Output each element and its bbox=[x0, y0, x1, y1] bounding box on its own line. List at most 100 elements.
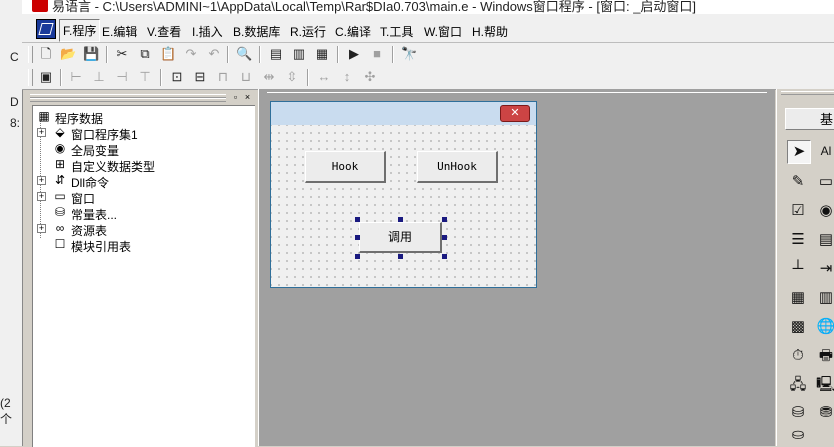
toolbar-separator bbox=[106, 46, 108, 63]
same-height-icon[interactable]: ⊔ bbox=[238, 69, 254, 85]
panel-close-icon[interactable]: × bbox=[243, 93, 252, 102]
db2-tool-icon[interactable]: ⛃ bbox=[815, 402, 834, 424]
menu-view[interactable]: V.查看 bbox=[147, 23, 181, 40]
palette-grip[interactable] bbox=[781, 91, 834, 95]
layout-1-icon[interactable]: ▤ bbox=[268, 46, 284, 62]
network-tool-icon[interactable]: 🖧 bbox=[787, 374, 809, 396]
globe-tool-icon[interactable]: 🌐 bbox=[815, 316, 834, 338]
tree-node-dll[interactable]: + ⇵ Dll命令 bbox=[37, 173, 237, 190]
paste-icon[interactable]: 📋 bbox=[160, 46, 176, 62]
size-h-icon[interactable]: ↔ bbox=[316, 69, 332, 85]
copy-icon[interactable]: ⧉ bbox=[137, 46, 153, 62]
form-icon[interactable]: ▣ bbox=[38, 69, 54, 85]
tree-node-module[interactable]: + ⬙ 窗口程序集1 bbox=[37, 125, 237, 142]
hook-button[interactable]: Hook bbox=[305, 151, 386, 183]
new-file-icon[interactable]: 🗋 bbox=[38, 46, 54, 62]
design-form-window[interactable]: ✕ Hook UnHook 调用 bbox=[270, 101, 537, 288]
db-tool-icon[interactable]: ⛁ bbox=[787, 402, 809, 424]
tree-node-data-types[interactable]: ⊞ 自定义数据类型 bbox=[37, 157, 237, 174]
panel-pin-icon[interactable]: ▫ bbox=[231, 93, 240, 102]
save-icon[interactable]: 💾 bbox=[83, 46, 99, 62]
listbox-tool-icon[interactable]: ☰ bbox=[787, 229, 809, 251]
center-h-icon[interactable]: ⊡ bbox=[169, 69, 185, 85]
expand-icon[interactable]: + bbox=[37, 192, 46, 201]
ruler-tool-icon[interactable]: ┴ bbox=[787, 258, 809, 280]
same-width-icon[interactable]: ⊓ bbox=[215, 69, 231, 85]
space-h-icon[interactable]: ⇹ bbox=[261, 69, 277, 85]
scroll-tool-icon[interactable]: ⇥ bbox=[815, 258, 834, 280]
space-v-icon[interactable]: ⇳ bbox=[284, 69, 300, 85]
undo-icon[interactable]: ↶ bbox=[206, 46, 222, 62]
menu-program[interactable]: F.程序 bbox=[59, 19, 101, 42]
menu-tools[interactable]: T.工具 bbox=[380, 23, 413, 40]
resize-handle[interactable] bbox=[442, 235, 447, 240]
radio-tool-icon[interactable]: ◉ bbox=[815, 200, 834, 222]
grid-icon[interactable]: ✣ bbox=[362, 69, 378, 85]
expand-icon[interactable]: + bbox=[37, 176, 46, 185]
resize-handle[interactable] bbox=[355, 254, 360, 259]
size-v-icon[interactable]: ↕ bbox=[339, 69, 355, 85]
resize-handle[interactable] bbox=[355, 235, 360, 240]
align-top-icon[interactable]: ⊤ bbox=[137, 69, 153, 85]
panel-header[interactable]: ▫ × bbox=[30, 92, 252, 102]
resize-handle[interactable] bbox=[398, 217, 403, 222]
combo-tool-icon[interactable]: ▤ bbox=[815, 229, 834, 251]
tree-node-program-data[interactable]: ▦ 程序数据 bbox=[37, 109, 237, 126]
grid-tool-icon[interactable]: ▦ bbox=[787, 287, 809, 309]
resize-handle[interactable] bbox=[442, 254, 447, 259]
form-client-area[interactable]: Hook UnHook 调用 bbox=[271, 125, 536, 287]
run-icon[interactable]: ▶ bbox=[346, 46, 362, 62]
resize-handle[interactable] bbox=[355, 217, 360, 222]
form-caption-bar[interactable]: ✕ bbox=[271, 102, 536, 125]
menu-edit[interactable]: E.编辑 bbox=[102, 23, 137, 40]
unhook-button[interactable]: UnHook bbox=[417, 151, 498, 183]
db3-tool-icon[interactable]: ⛀ bbox=[787, 424, 809, 446]
menu-run[interactable]: R.运行 bbox=[290, 23, 326, 40]
align-left-icon[interactable]: ⊢ bbox=[68, 69, 84, 85]
timer-tool-icon[interactable]: ⏱ bbox=[787, 345, 809, 367]
resize-handle[interactable] bbox=[442, 217, 447, 222]
pointer-icon[interactable]: ➤ bbox=[787, 140, 811, 164]
mdi-child-icon[interactable] bbox=[36, 19, 56, 39]
tree-node-module-refs[interactable]: ☐ 模块引用表 bbox=[37, 237, 237, 254]
menu-database[interactable]: B.数据库 bbox=[233, 23, 280, 40]
tree-node-global-vars[interactable]: ◉ 全局变量 bbox=[37, 141, 237, 158]
cut-icon[interactable]: ✂ bbox=[114, 46, 130, 62]
program-tree[interactable]: ▦ 程序数据 + ⬙ 窗口程序集1 ◉ 全局变量 ⊞ 自定义数据类型 + ⇵ D… bbox=[32, 105, 255, 447]
form-close-button[interactable]: ✕ bbox=[500, 105, 530, 122]
checkbox-tool-icon[interactable]: ☑ bbox=[787, 200, 809, 222]
label-tool-icon[interactable]: Al bbox=[815, 140, 834, 162]
table-tool-icon[interactable]: ▥ bbox=[815, 287, 834, 309]
menu-compile[interactable]: C.编译 bbox=[335, 23, 371, 40]
toolbar-grip[interactable] bbox=[28, 46, 33, 63]
printer-tool-icon[interactable]: 🖶 bbox=[815, 345, 834, 367]
edit-tool-icon[interactable]: ✎ bbox=[787, 171, 809, 193]
menu-insert[interactable]: I.插入 bbox=[192, 23, 223, 40]
find-icon[interactable]: 🔍 bbox=[236, 46, 252, 62]
tree-node-constants[interactable]: ⛁ 常量表... bbox=[37, 205, 237, 222]
palette-tab-basic[interactable]: 基 bbox=[785, 108, 834, 130]
layout-2-icon[interactable]: ▥ bbox=[291, 46, 307, 62]
layout-3-icon[interactable]: ▦ bbox=[314, 46, 330, 62]
chart-tool-icon[interactable]: ▩ bbox=[787, 316, 809, 338]
align-center-icon[interactable]: ⊥ bbox=[91, 69, 107, 85]
tree-node-resources[interactable]: + ∞ 资源表 bbox=[37, 221, 237, 238]
image-box-icon[interactable]: ▭ bbox=[815, 171, 834, 193]
title-bar[interactable]: 易语言 - C:\Users\ADMINI~1\AppData\Local\Te… bbox=[22, 0, 834, 14]
panel-grip[interactable] bbox=[30, 98, 226, 102]
expand-icon[interactable]: + bbox=[37, 128, 46, 137]
expand-icon[interactable]: + bbox=[37, 224, 46, 233]
toolbar-grip[interactable] bbox=[28, 69, 33, 86]
menu-window[interactable]: W.窗口 bbox=[424, 23, 462, 40]
open-folder-icon[interactable]: 📂 bbox=[60, 46, 76, 62]
center-v-icon[interactable]: ⊟ bbox=[192, 69, 208, 85]
server-tool-icon[interactable]: 🖳 bbox=[815, 374, 834, 396]
tree-node-window[interactable]: + ▭ 窗口 bbox=[37, 189, 237, 206]
call-button[interactable]: 调用 bbox=[359, 222, 442, 253]
debug-icon[interactable]: 🔭 bbox=[401, 46, 417, 62]
redo-icon[interactable]: ↷ bbox=[183, 46, 199, 62]
align-right-icon[interactable]: ⊣ bbox=[114, 69, 130, 85]
resize-handle[interactable] bbox=[398, 254, 403, 259]
stop-icon[interactable]: ■ bbox=[369, 46, 385, 62]
menu-help[interactable]: H.帮助 bbox=[472, 23, 508, 40]
